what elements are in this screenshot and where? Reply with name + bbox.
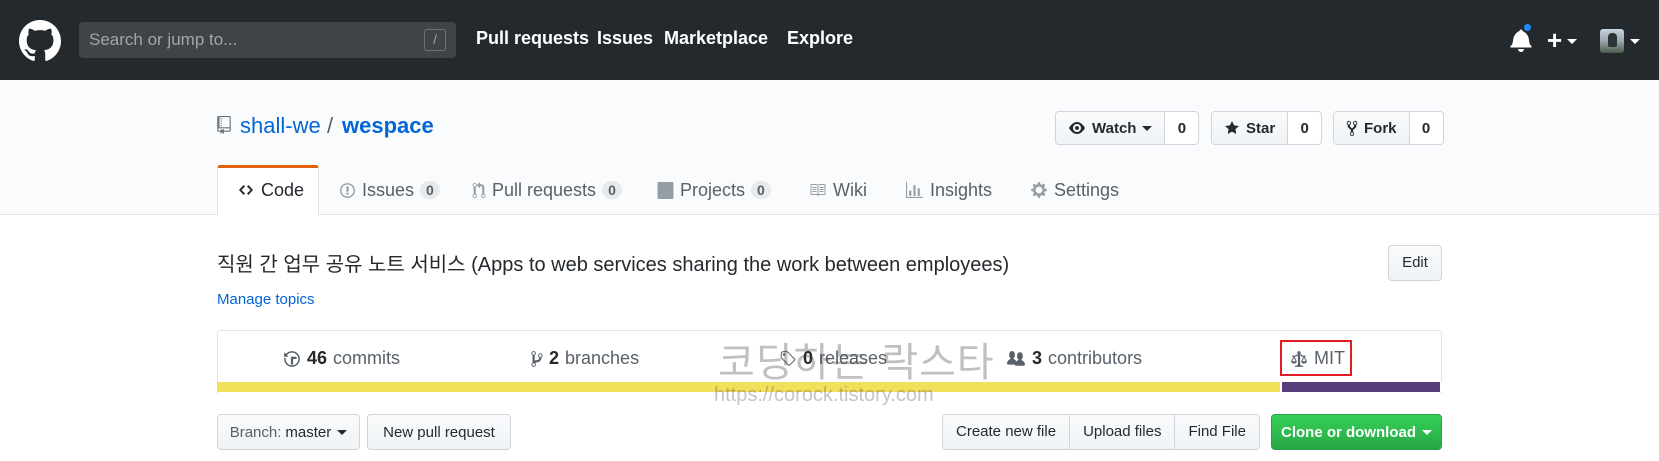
license-label: MIT (1314, 348, 1345, 368)
clone-label: Clone or download (1281, 423, 1416, 441)
contributors-label: contributors (1048, 348, 1143, 368)
repo-icon (217, 116, 231, 134)
tab-code[interactable]: Code (237, 165, 304, 215)
create-new-button[interactable]: + (1547, 26, 1562, 54)
fork-button[interactable]: Fork (1334, 112, 1410, 144)
notification-indicator (1522, 22, 1533, 33)
search-box[interactable]: / (79, 22, 456, 58)
repo-description: 직원 간 업무 공유 노트 서비스 (Apps to web services … (217, 254, 1010, 276)
github-logo-icon[interactable] (19, 20, 61, 62)
book-icon (810, 184, 826, 196)
contributors-count: 3 (1032, 348, 1043, 368)
star-icon (1225, 121, 1239, 134)
chevron-down-icon (1422, 429, 1432, 435)
fork-count[interactable]: 0 (1410, 112, 1443, 144)
watermark-url: https://corock.tistory.com (714, 384, 934, 406)
fork-button-group: Fork 0 (1333, 111, 1444, 145)
find-file-button[interactable]: Find File (1175, 415, 1259, 449)
tab-wiki[interactable]: Wiki (808, 165, 867, 215)
branch-name: master (285, 423, 332, 441)
history-icon (284, 350, 300, 367)
fork-label: Fork (1364, 119, 1397, 137)
top-navbar: / Pull requests Issues Marketplace Explo… (0, 0, 1659, 80)
manage-topics-link[interactable]: Manage topics (217, 291, 315, 308)
tab-settings-label: Settings (1054, 179, 1120, 200)
gear-icon (1031, 182, 1047, 198)
pull-request-icon (472, 181, 486, 198)
watch-count[interactable]: 0 (1165, 112, 1198, 144)
language-segment[interactable] (1280, 382, 1440, 392)
search-shortcut-key: / (424, 29, 446, 51)
nav-marketplace[interactable]: Marketplace (664, 28, 768, 49)
tab-projects[interactable]: Projects 0 (657, 165, 771, 215)
law-icon (1291, 350, 1307, 367)
watch-button-group: Watch 0 (1055, 111, 1200, 145)
tab-settings[interactable]: Settings (1030, 165, 1119, 215)
repo-owner-link[interactable]: shall-we (240, 113, 321, 139)
search-input[interactable] (89, 22, 409, 58)
tab-insights[interactable]: Insights (905, 165, 992, 215)
watch-label: Watch (1092, 119, 1137, 137)
branch-select-button[interactable]: Branch: master (217, 414, 360, 450)
chevron-down-icon (337, 429, 348, 435)
tab-insights-label: Insights (930, 179, 993, 200)
star-count[interactable]: 0 (1288, 112, 1321, 144)
license-link[interactable]: MIT (1290, 348, 1345, 369)
tab-issues-count: 0 (420, 181, 440, 199)
tab-issues[interactable]: Issues 0 (339, 165, 440, 215)
repo-name-link[interactable]: wespace (342, 113, 434, 139)
edit-description-button[interactable]: Edit (1388, 245, 1442, 281)
chevron-down-icon (1567, 39, 1577, 44)
watch-button[interactable]: Watch (1056, 112, 1166, 144)
file-actions-group: Create new file Upload files Find File (942, 414, 1260, 450)
clone-or-download-button[interactable]: Clone or download (1271, 414, 1442, 450)
branch-prefix: Branch: (229, 423, 282, 441)
chevron-down-icon (1142, 125, 1153, 131)
tab-issues-label: Issues (362, 179, 415, 200)
tab-wiki-label: Wiki (833, 179, 867, 200)
tab-projects-count: 0 (751, 181, 771, 199)
commits-count: 46 (307, 348, 328, 368)
star-button-group: Star 0 (1211, 111, 1323, 145)
chevron-down-icon (1630, 39, 1640, 44)
star-button[interactable]: Star (1212, 112, 1289, 144)
eye-icon (1069, 122, 1085, 134)
graph-icon (906, 181, 923, 198)
watermark-text: 코딩하는 락스타 (718, 341, 995, 385)
tab-code-label: Code (261, 179, 305, 200)
tab-pull-requests-count: 0 (602, 181, 622, 199)
star-label: Star (1246, 119, 1276, 137)
nav-pull-requests[interactable]: Pull requests (476, 28, 589, 49)
nav-explore[interactable]: Explore (787, 28, 853, 49)
contributors-link[interactable]: 3 contributors (1006, 348, 1142, 369)
create-new-file-button[interactable]: Create new file (943, 415, 1071, 449)
path-separator: / (327, 113, 334, 138)
branches-count: 2 (549, 348, 560, 368)
new-pull-request-button[interactable]: New pull request (367, 414, 511, 450)
branch-icon (531, 350, 543, 367)
people-icon (1007, 350, 1025, 366)
fork-icon (1346, 120, 1358, 136)
upload-files-button[interactable]: Upload files (1070, 415, 1176, 449)
tab-pull-requests-label: Pull requests (492, 179, 597, 200)
commits-link[interactable]: 46 commits (283, 348, 400, 369)
language-segment[interactable] (1439, 382, 1442, 392)
tab-projects-label: Projects (680, 179, 746, 200)
project-icon (657, 181, 674, 199)
avatar[interactable] (1600, 29, 1624, 53)
branches-link[interactable]: 2 branches (531, 348, 639, 369)
tab-pull-requests[interactable]: Pull requests 0 (472, 165, 622, 215)
issue-icon (340, 182, 355, 198)
code-icon (239, 185, 253, 195)
commits-label: commits (333, 348, 401, 368)
nav-issues[interactable]: Issues (597, 28, 653, 49)
branches-label: branches (565, 348, 640, 368)
